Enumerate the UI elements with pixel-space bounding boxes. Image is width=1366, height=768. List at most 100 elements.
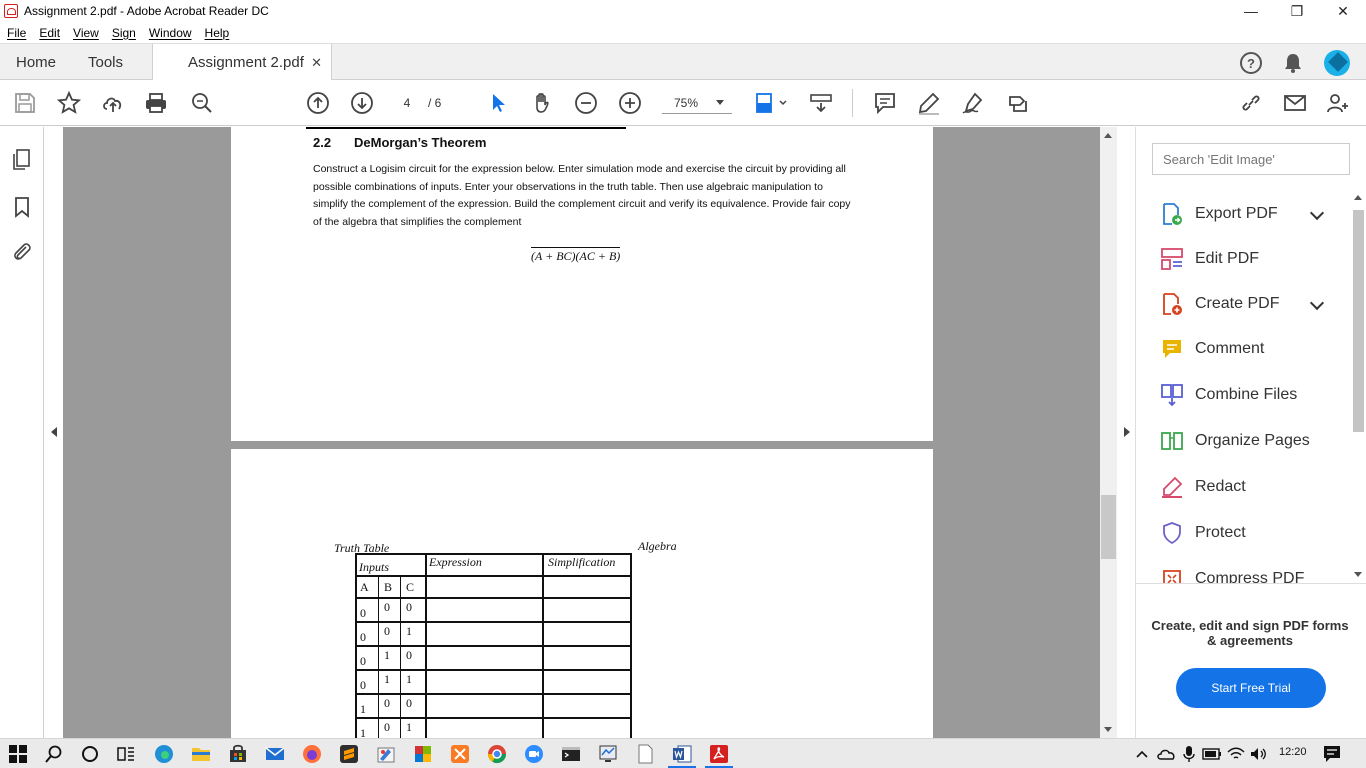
tools-scroll-down-icon[interactable] [1354, 572, 1362, 577]
task-view-icon[interactable] [116, 744, 136, 764]
export-pdf-chevron-icon[interactable] [1309, 205, 1325, 221]
export-pdf-icon [1163, 203, 1182, 225]
battery-icon[interactable] [1202, 744, 1222, 764]
tool-combine-files[interactable]: Combine Files [1160, 380, 1297, 410]
page-thumbnails-icon[interactable] [10, 147, 34, 171]
tool-comment[interactable]: Comment [1160, 334, 1264, 364]
search-icon[interactable] [44, 744, 64, 764]
menu-help[interactable]: Help [205, 26, 230, 40]
scroll-up-arrow-icon[interactable] [1104, 133, 1112, 138]
share-link-icon[interactable] [1239, 91, 1263, 115]
notifications-bell-icon[interactable] [1282, 52, 1304, 74]
tool-create-pdf[interactable]: Create PDF [1160, 289, 1279, 319]
col-c-header: C [406, 580, 415, 594]
create-pdf-chevron-icon[interactable] [1309, 295, 1325, 311]
bookmark-star-icon[interactable] [57, 91, 81, 115]
email-icon[interactable] [1283, 91, 1307, 115]
find-zoom-icon[interactable] [190, 91, 214, 115]
attachments-paperclip-icon[interactable] [10, 240, 34, 264]
clock[interactable]: 12:20 [1279, 746, 1307, 758]
save-icon[interactable] [13, 91, 37, 115]
select-cursor-icon[interactable] [487, 91, 511, 115]
section-rule [306, 127, 626, 129]
read-mode-icon[interactable] [809, 91, 833, 115]
tab-document[interactable]: Assignment 2.pdf ✕ [152, 44, 332, 81]
menu-edit[interactable]: Edit [39, 26, 60, 40]
acrobat-taskbar-icon[interactable] [709, 744, 729, 764]
mail-icon[interactable] [265, 744, 285, 764]
comment-tool-icon[interactable] [873, 91, 897, 115]
scroll-down-arrow-icon[interactable] [1104, 727, 1112, 732]
paint-icon[interactable] [376, 744, 396, 764]
edge-browser-icon[interactable] [154, 744, 174, 764]
inputs-header: Inputs [355, 553, 427, 577]
microphone-icon[interactable] [1179, 744, 1199, 764]
bookmarks-icon[interactable] [10, 195, 34, 219]
tool-compress-pdf[interactable]: Compress PDF [1160, 564, 1304, 583]
help-icon[interactable]: ? [1240, 52, 1262, 74]
network-monitor-icon[interactable] [598, 744, 618, 764]
zoom-in-icon[interactable] [618, 91, 642, 115]
windows-start-icon[interactable] [8, 744, 28, 764]
zoom-level-select[interactable]: 75% [662, 92, 732, 114]
volume-icon[interactable] [1249, 744, 1269, 764]
previous-page-icon[interactable] [306, 91, 330, 115]
tools-scrollbar-thumb[interactable] [1353, 210, 1364, 432]
next-page-icon[interactable] [350, 91, 374, 115]
firefox-icon[interactable] [302, 744, 322, 764]
show-hidden-icons-chevron-icon[interactable] [1132, 744, 1152, 764]
xampp-icon[interactable] [450, 744, 470, 764]
notepad-icon[interactable] [635, 744, 655, 764]
zoom-level-value: 75% [674, 95, 699, 110]
winrar-icon[interactable] [413, 744, 433, 764]
onedrive-cloud-icon[interactable] [1156, 744, 1176, 764]
tab-close-icon[interactable]: ✕ [311, 55, 322, 71]
tab-tools[interactable]: Tools [88, 44, 123, 80]
tool-edit-pdf[interactable]: Edit PDF [1160, 244, 1259, 274]
page-number-input[interactable]: 4 [392, 92, 422, 114]
tools-scroll-up-icon[interactable] [1354, 195, 1362, 200]
word-icon[interactable] [672, 744, 692, 764]
wifi-icon[interactable] [1226, 744, 1246, 764]
tab-bar: Home Tools Assignment 2.pdf ✕ ? [0, 43, 1366, 81]
tool-redact[interactable]: Redact [1160, 472, 1246, 502]
menu-sign[interactable]: Sign [112, 26, 136, 40]
menu-view[interactable]: View [73, 26, 99, 40]
sublime-text-icon[interactable] [339, 744, 359, 764]
tool-protect[interactable]: Protect [1160, 518, 1246, 548]
document-viewport[interactable]: 2.2 DeMorgan’s Theorem Construct a Logis… [45, 127, 1100, 738]
tool-export-pdf[interactable]: Export PDF [1160, 199, 1278, 229]
chrome-icon[interactable] [487, 744, 507, 764]
close-window-button[interactable]: ✕ [1320, 0, 1366, 22]
profile-avatar-icon[interactable] [1324, 50, 1350, 76]
menu-file[interactable]: File [7, 26, 26, 40]
document-vertical-scrollbar[interactable] [1100, 127, 1117, 738]
zoom-app-icon[interactable] [524, 744, 544, 764]
start-free-trial-button[interactable]: Start Free Trial [1176, 668, 1326, 708]
highlight-pen-icon[interactable] [917, 91, 941, 115]
collapse-right-pane-icon[interactable] [1123, 427, 1131, 437]
store-icon[interactable] [228, 744, 248, 764]
tools-search-input[interactable] [1152, 143, 1350, 175]
zoom-out-icon[interactable] [574, 91, 598, 115]
restore-button[interactable]: ❐ [1274, 0, 1320, 22]
tools-pane-scrollbar[interactable] [1350, 192, 1366, 582]
tool-organize-pages[interactable]: Organize Pages [1160, 426, 1310, 456]
cortana-icon[interactable] [80, 744, 100, 764]
menu-window[interactable]: Window [149, 26, 192, 40]
more-tools-icon[interactable] [1006, 91, 1030, 115]
print-icon[interactable] [144, 91, 168, 115]
minimize-button[interactable]: — [1228, 0, 1274, 22]
sign-pen-icon[interactable] [961, 91, 985, 115]
action-center-icon[interactable] [1322, 744, 1342, 764]
command-prompt-icon[interactable] [561, 744, 581, 764]
tab-home[interactable]: Home [16, 44, 56, 80]
collapse-left-pane-icon[interactable] [45, 422, 63, 442]
hand-tool-icon[interactable] [530, 91, 554, 115]
file-explorer-icon[interactable] [191, 744, 211, 764]
upload-cloud-icon[interactable] [101, 91, 125, 115]
scrollbar-thumb[interactable] [1101, 495, 1116, 559]
page-fit-icon[interactable] [754, 91, 788, 115]
menu-bar: File Edit View Sign Window Help [0, 22, 1366, 43]
add-user-icon[interactable] [1326, 91, 1350, 115]
